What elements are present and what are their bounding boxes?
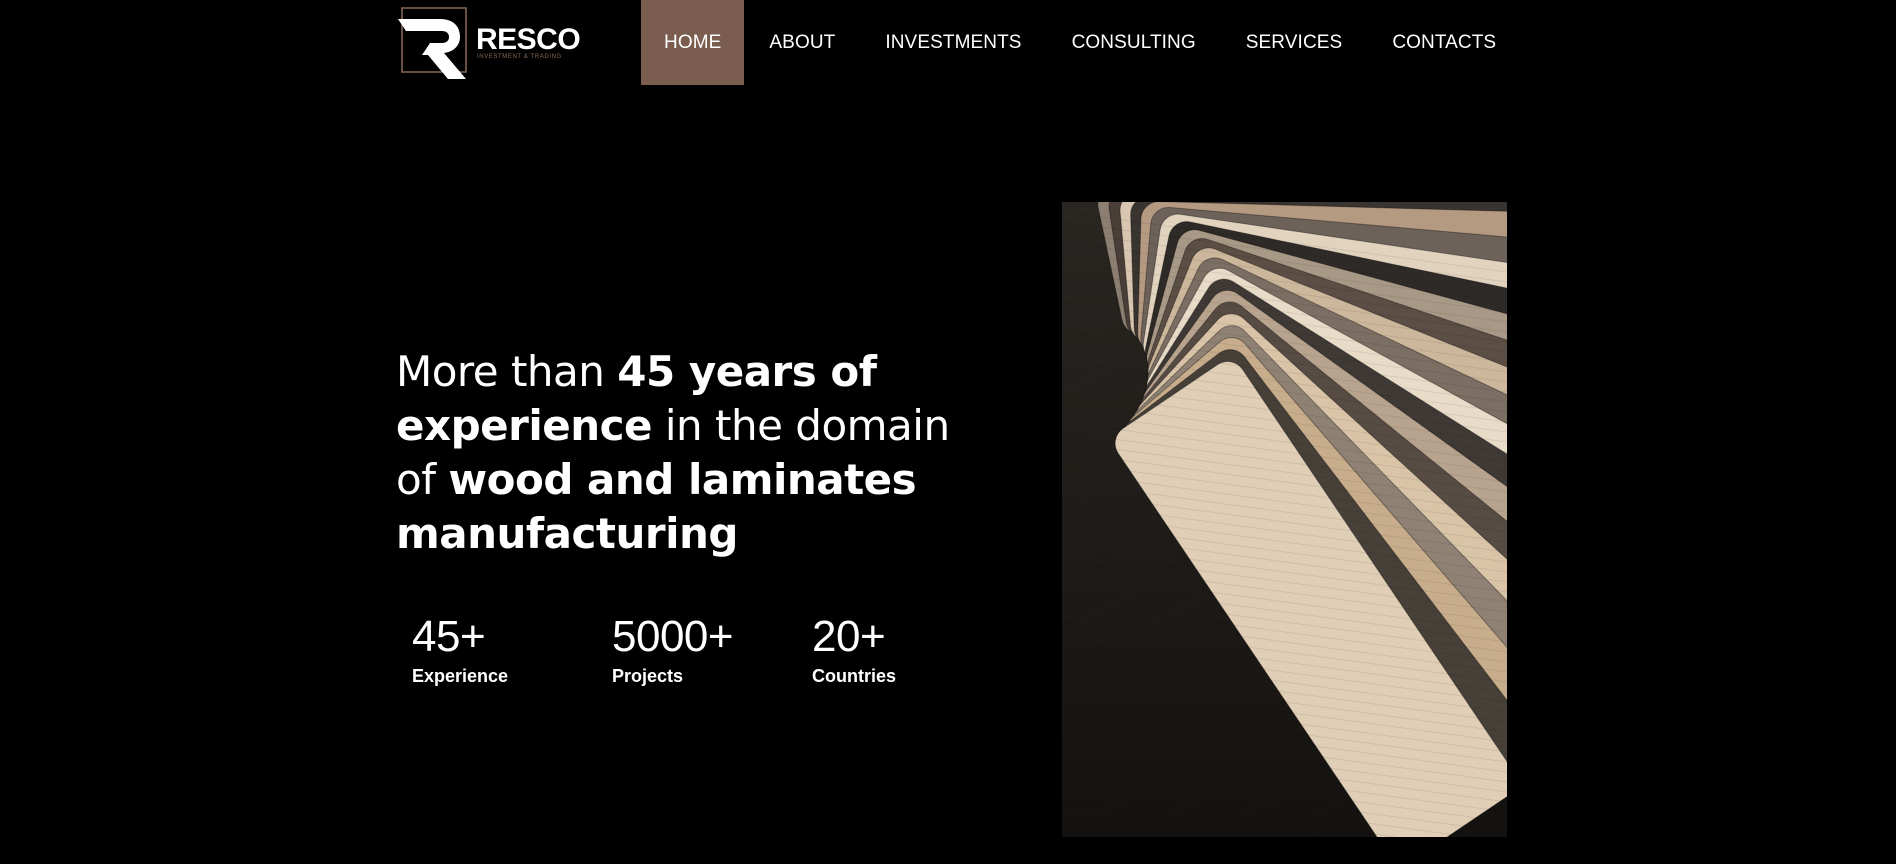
- stat-value: 45+: [412, 612, 486, 661]
- stat-label: Countries: [812, 666, 897, 686]
- brand-tagline: INVESTMENT & TRADING: [477, 54, 562, 60]
- stat-value: 20+: [812, 612, 886, 661]
- nav-item-consulting[interactable]: CONSULTING: [1047, 0, 1221, 85]
- wood-laminate-samples-image: [1062, 202, 1507, 837]
- resco-r-logo-icon: [398, 7, 467, 79]
- stat-label: Experience: [412, 666, 509, 686]
- brand-name: RESCO: [476, 23, 581, 56]
- site-header: RESCO INVESTMENT & TRADING HOME ABOUT IN…: [0, 0, 1896, 86]
- nav-item-contacts[interactable]: CONTACTS: [1367, 0, 1521, 85]
- brand-logo[interactable]: RESCO INVESTMENT & TRADING: [396, 5, 581, 81]
- stat-value: 5000+: [612, 612, 734, 661]
- nav-item-home[interactable]: HOME: [641, 0, 745, 85]
- wood-samples-fan-graphic: [1062, 202, 1507, 837]
- nav-item-about[interactable]: ABOUT: [744, 0, 860, 85]
- hero-heading-part1: More than: [396, 347, 618, 396]
- stats-row: 45+ Experience 5000+ Projects 20+ Countr…: [412, 612, 1012, 687]
- stat-projects: 5000+ Projects: [612, 612, 812, 687]
- nav-item-investments[interactable]: INVESTMENTS: [860, 0, 1046, 85]
- stat-experience: 45+ Experience: [412, 612, 612, 687]
- nav-item-services[interactable]: SERVICES: [1221, 0, 1368, 85]
- hero-heading: More than 45 years of experience in the …: [396, 345, 996, 561]
- hero-heading-bold2: wood and laminates manufacturing: [396, 455, 917, 558]
- main-nav: HOME ABOUT INVESTMENTS CONSULTING SERVIC…: [641, 0, 1521, 85]
- stat-label: Projects: [612, 666, 684, 686]
- stat-countries: 20+ Countries: [812, 612, 1012, 687]
